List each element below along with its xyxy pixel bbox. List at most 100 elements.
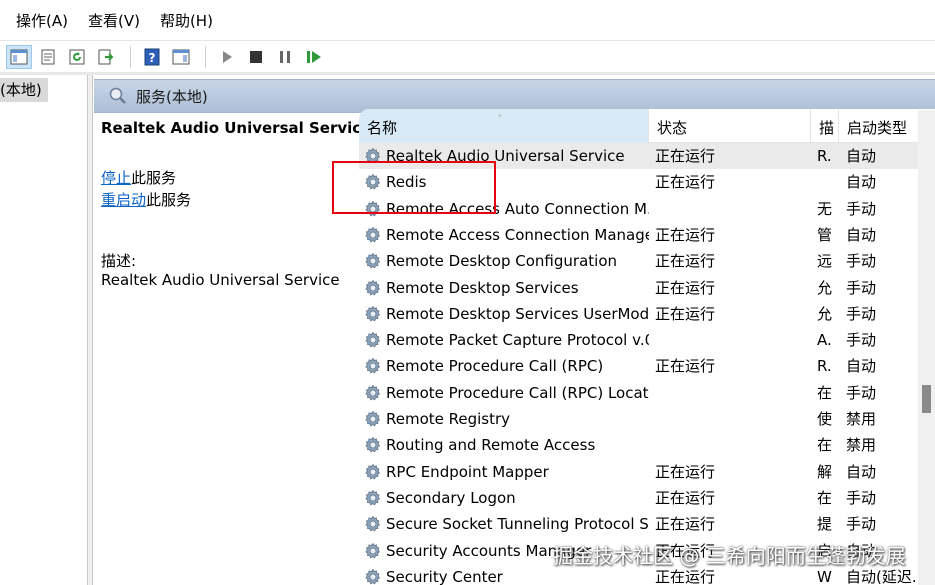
service-row[interactable]: Remote Procedure Call (RPC) Locator 在手动	[359, 380, 935, 406]
service-name: Secure Socket Tunneling Protocol S...	[386, 515, 649, 534]
show-tree-button[interactable]	[6, 44, 32, 69]
menu-view[interactable]: 查看(V)	[88, 10, 140, 31]
service-description: 允	[817, 278, 833, 297]
column-header-description[interactable]: 描	[811, 109, 839, 143]
service-status: 正在运行	[655, 488, 716, 507]
service-description: 使	[817, 410, 833, 428]
service-name: Remote Desktop Services	[386, 278, 579, 297]
services-pane: 服务(本地) Realtek Audio Universal Service 停…	[94, 75, 935, 585]
pause-icon	[280, 50, 290, 63]
service-description: 允	[817, 304, 833, 323]
column-name-label: 名称	[367, 119, 398, 137]
service-name: Remote Procedure Call (RPC) Locator	[386, 383, 649, 402]
service-name-cell: Remote Registry	[363, 406, 649, 432]
gear-icon	[363, 304, 383, 324]
menu-help[interactable]: 帮助(H)	[160, 10, 213, 31]
service-name: Routing and Remote Access	[386, 436, 596, 455]
service-name-cell: RPC Endpoint Mapper	[363, 459, 649, 485]
service-name-cell: Remote Access Connection Manager	[363, 222, 649, 248]
service-name-cell: Remote Procedure Call (RPC)	[363, 353, 649, 379]
help-icon: ?	[144, 48, 160, 65]
service-name: Remote Access Connection Manager	[386, 225, 649, 244]
gear-icon	[363, 383, 383, 403]
service-startup-type: 手动	[846, 199, 877, 218]
service-name: Remote Desktop Configuration	[386, 252, 617, 271]
service-row[interactable]: Remote Desktop Services 正在运行 允手动	[359, 275, 935, 301]
restart-action: 重启动此服务	[101, 189, 191, 210]
service-row[interactable]: Secure Socket Tunneling Protocol S... 正在运…	[359, 511, 935, 537]
service-status	[655, 327, 805, 353]
service-row[interactable]: RPC Endpoint Mapper 正在运行 解自动	[359, 459, 935, 485]
start-service-button[interactable]	[214, 45, 240, 69]
properties-button[interactable]	[35, 45, 61, 69]
service-row[interactable]: Remote Registry 使禁用	[359, 406, 935, 432]
magnifier-services-icon	[109, 87, 126, 104]
service-status: 正在运行	[655, 252, 716, 271]
service-row[interactable]: Routing and Remote Access 在禁用	[359, 432, 935, 458]
stop-service-button[interactable]	[243, 45, 269, 69]
service-description: 远	[817, 252, 833, 271]
service-startup-type: 自动	[846, 462, 877, 481]
service-name: Remote Procedure Call (RPC)	[386, 357, 604, 376]
scrollbar-thumb[interactable]	[922, 385, 931, 413]
service-name: Security Center	[386, 567, 503, 585]
service-description: A.	[817, 331, 832, 350]
pane-splitter[interactable]	[88, 75, 93, 585]
pause-service-button[interactable]	[272, 45, 298, 69]
gear-icon	[363, 225, 383, 245]
service-description: 提	[817, 515, 833, 534]
description-label: 描述:	[101, 252, 137, 270]
service-row[interactable]: Secondary Logon 正在运行 在手动	[359, 485, 935, 511]
service-description: 管	[817, 225, 833, 244]
service-startup-type: 自动	[846, 173, 877, 192]
service-startup-type: 手动	[846, 515, 877, 534]
stop-suffix: 此服务	[131, 169, 177, 187]
refresh-icon	[69, 49, 85, 64]
service-status: 正在运行	[655, 462, 716, 481]
service-name-cell: Remote Procedure Call (RPC) Locator	[363, 380, 649, 406]
show-action-pane-button[interactable]	[168, 45, 194, 69]
service-startup-type: 自动	[846, 357, 877, 376]
service-description: 解	[817, 462, 833, 481]
gear-icon	[363, 356, 383, 376]
watermark: 掘金技术社区 @ 三希向阳而生蓬勃发展	[553, 544, 906, 568]
column-header-status[interactable]: 状态	[649, 109, 811, 143]
svg-text:?: ?	[149, 51, 156, 65]
export-icon	[98, 49, 114, 64]
service-name-cell: Secondary Logon	[363, 485, 649, 511]
gear-icon	[363, 435, 383, 455]
restart-service-link[interactable]: 重启动	[101, 191, 146, 209]
service-row[interactable]: Remote Access Connection Manager 正在运行 管自动	[359, 222, 935, 248]
gear-icon	[363, 462, 383, 482]
tree-item-services-local[interactable]: (本地)	[0, 78, 48, 102]
menu-action[interactable]: 操作(A)	[16, 10, 68, 31]
restart-suffix: 此服务	[146, 191, 192, 209]
restart-service-button[interactable]	[301, 45, 327, 69]
service-name-cell: Remote Desktop Configuration	[363, 248, 649, 274]
service-status	[655, 196, 805, 222]
service-row[interactable]: Remote Procedure Call (RPC) 正在运行 R. 自动	[359, 353, 935, 379]
stop-action: 停止此服务	[101, 167, 176, 188]
service-row[interactable]: Remote Desktop Configuration 正在运行 远手动	[359, 248, 935, 274]
service-startup-type: 手动	[846, 488, 877, 507]
vertical-scrollbar[interactable]	[918, 110, 935, 585]
pane-title: 服务(本地)	[136, 87, 208, 106]
service-status	[655, 380, 805, 406]
service-status: 正在运行	[655, 515, 716, 534]
export-list-button[interactable]	[93, 45, 119, 69]
service-row[interactable]: Remote Packet Capture Protocol v.0... A. 手…	[359, 327, 935, 353]
action-pane-icon	[172, 49, 190, 64]
service-description: R.	[817, 357, 832, 376]
service-detail-panel: Realtek Audio Universal Service 停止此服务 重启…	[94, 113, 371, 585]
column-header-name[interactable]: ˆ 名称	[359, 109, 649, 143]
console-tree-icon	[10, 49, 28, 64]
stop-icon	[250, 50, 262, 63]
service-status: 正在运行	[655, 357, 716, 376]
service-startup-type: 自动	[846, 147, 877, 165]
help-button[interactable]: ?	[139, 45, 165, 69]
sort-ascending-icon: ˆ	[497, 113, 503, 126]
refresh-button[interactable]	[64, 45, 90, 69]
service-row[interactable]: Remote Desktop Services UserMod... 正在运行 允手…	[359, 301, 935, 327]
stop-service-link[interactable]: 停止	[101, 169, 131, 187]
play-icon	[223, 50, 232, 63]
